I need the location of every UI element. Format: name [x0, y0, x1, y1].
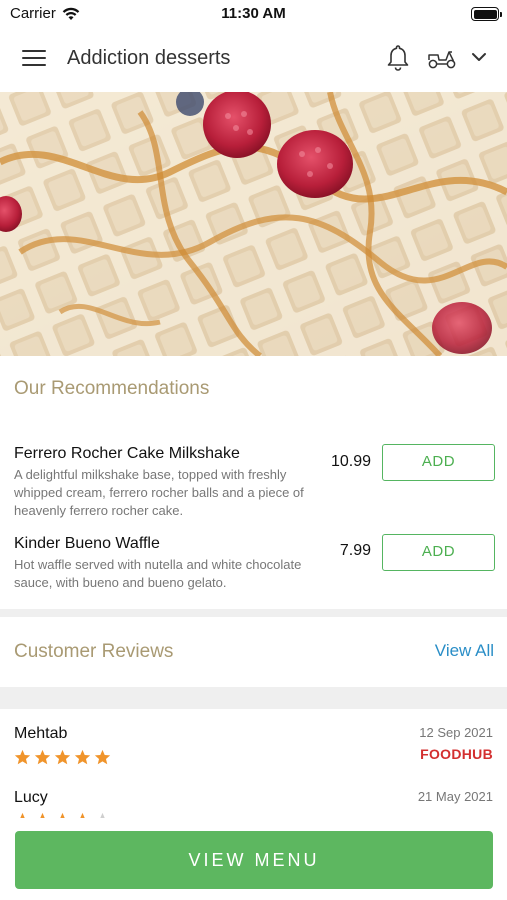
foodhub-logo: FOODHUB	[420, 746, 493, 762]
reviewer-name: Mehtab	[14, 725, 68, 742]
add-button[interactable]: ADD	[382, 444, 495, 481]
status-bar: Carrier 11:30 AM	[0, 0, 507, 28]
item-price: 7.99	[339, 542, 371, 559]
item-description: Hot waffle served with nutella and white…	[14, 557, 302, 590]
reviewer-name: Lucy	[14, 789, 48, 806]
add-button[interactable]: ADD	[382, 534, 495, 571]
bell-icon[interactable]	[386, 44, 410, 72]
app-header: Addiction desserts	[0, 28, 507, 92]
star-rating	[14, 749, 111, 767]
hero-image	[0, 92, 507, 356]
item-name: Ferrero Rocher Cake Milkshake	[14, 445, 240, 462]
scooter-icon[interactable]	[427, 46, 457, 70]
chevron-down-icon[interactable]	[470, 50, 488, 64]
review-date: 21 May 2021	[417, 789, 493, 804]
view-all-link[interactable]: View All	[435, 641, 494, 661]
clock: 11:30 AM	[221, 5, 286, 22]
item-description: A delightful milkshake base, topped with…	[14, 467, 304, 518]
star-icon	[34, 749, 51, 765]
star-icon	[74, 749, 91, 765]
battery-icon	[471, 7, 502, 21]
item-price: 10.99	[330, 453, 371, 470]
review-date: 12 Sep 2021	[419, 725, 493, 740]
reviews-heading: Customer Reviews	[14, 641, 174, 662]
menu-icon[interactable]	[22, 50, 46, 68]
waffle-photo	[0, 92, 507, 356]
section-divider	[0, 687, 507, 709]
recommendations-heading: Our Recommendations	[14, 378, 210, 399]
restaurant-title: Addiction desserts	[67, 47, 231, 69]
star-icon	[54, 749, 71, 765]
section-divider	[0, 609, 507, 617]
star-icon	[14, 749, 31, 765]
view-menu-button[interactable]: VIEW MENU	[15, 831, 493, 889]
star-icon	[94, 749, 111, 765]
item-name: Kinder Bueno Waffle	[14, 535, 160, 552]
